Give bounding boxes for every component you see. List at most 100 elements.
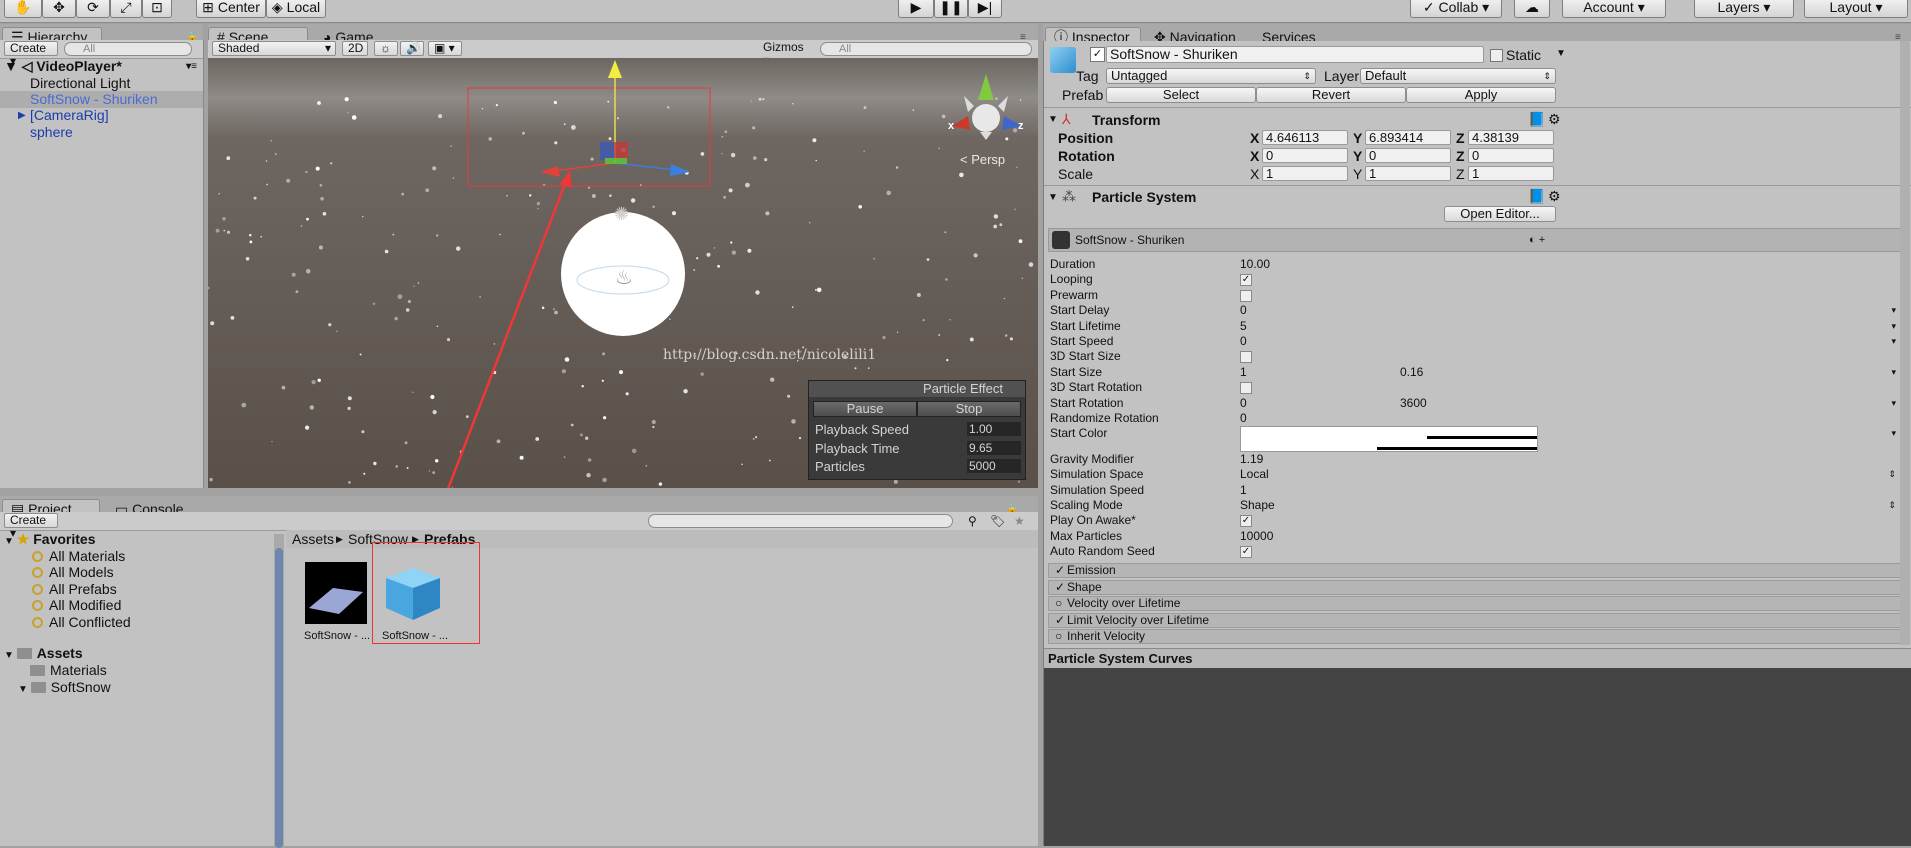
scene-menu-icon[interactable]: ▾≡: [186, 58, 197, 75]
module-enabled-check-icon[interactable]: ✓: [1055, 580, 1067, 594]
ps-row-value[interactable]: 10000: [1240, 529, 1540, 544]
layer-dropdown[interactable]: Default ⇕: [1360, 68, 1556, 84]
orientation-gizmo[interactable]: [952, 74, 1022, 140]
ps-row-dropdown-icon[interactable]: ▾: [1891, 426, 1896, 441]
ps-row-value[interactable]: Shape: [1240, 498, 1540, 513]
audio-toggle[interactable]: 🔊: [400, 41, 424, 56]
rotation-x-field[interactable]: 0: [1262, 148, 1348, 163]
ps-row-value[interactable]: 0: [1240, 303, 1540, 318]
pivot-local-button[interactable]: ◈ Local: [266, 0, 326, 18]
favorite-item[interactable]: All Prefabs: [32, 581, 117, 597]
scene-viewport[interactable]: ♨ ✺ x z < Persp http://blog.csdn.net/nic…: [208, 58, 1038, 488]
favorite-item[interactable]: All Materials: [32, 548, 125, 564]
tree-scrollbar-thumb[interactable]: [275, 548, 283, 848]
favorite-item[interactable]: All Modified: [32, 597, 121, 613]
rotate-tool-button[interactable]: ⟳: [76, 0, 110, 18]
rotation-z-field[interactable]: 0: [1468, 148, 1554, 163]
gizmo-plane-red[interactable]: [614, 142, 628, 160]
module-disabled-radio-icon[interactable]: ○: [1055, 597, 1067, 610]
move-tool-button[interactable]: ✥: [42, 0, 76, 18]
ps-row-checkbox[interactable]: [1240, 382, 1252, 395]
gizmos-dropdown[interactable]: Gizmos ▾: [758, 41, 812, 67]
ps-module-header[interactable]: ○ Velocity over Lifetime: [1048, 596, 1903, 611]
perspective-toggle[interactable]: < Persp: [960, 152, 1005, 168]
gizmo-plane-green[interactable]: [605, 158, 627, 164]
mode-2d-toggle[interactable]: 2D: [342, 41, 368, 56]
rect-tool-button[interactable]: ⊡: [142, 0, 172, 18]
play-button[interactable]: ▶: [898, 0, 934, 18]
position-z-field[interactable]: 4.38139: [1468, 130, 1554, 145]
ps-row-checkbox[interactable]: ✓: [1240, 274, 1252, 287]
scale-y-field[interactable]: 1: [1365, 166, 1451, 181]
ps-row-value[interactable]: 1: [1240, 365, 1370, 380]
asset-thumbnail-material[interactable]: [305, 562, 367, 624]
object-name-input[interactable]: SoftSnow - Shuriken: [1106, 46, 1484, 63]
component-gear-icon[interactable]: ⚙: [1548, 111, 1561, 127]
project-search-input[interactable]: [648, 514, 953, 528]
start-color-gradient[interactable]: [1240, 426, 1538, 453]
particle-system-collapse-icon[interactable]: ▼: [1048, 190, 1058, 206]
prefab-apply-button[interactable]: Apply: [1406, 87, 1556, 103]
ps-row-value[interactable]: 1.19: [1240, 452, 1540, 467]
ps-module-header[interactable]: ✓ Emission: [1048, 563, 1903, 578]
favorite-item[interactable]: All Models: [32, 564, 114, 580]
hierarchy-item-camerarig[interactable]: ▶ [CameraRig]: [0, 107, 203, 124]
ps-row-dropdown-icon[interactable]: ▾: [1891, 396, 1896, 411]
ps-row-dropdown-icon[interactable]: ▾: [1891, 365, 1896, 380]
collab-dropdown[interactable]: ✓ Collab ▾: [1410, 0, 1502, 18]
lighting-toggle[interactable]: ☼: [374, 41, 398, 56]
ps-row-value[interactable]: 1: [1240, 483, 1540, 498]
hierarchy-item-softsnow[interactable]: SoftSnow - Shuriken: [0, 91, 203, 108]
asset-folder-softsnow[interactable]: ▼ SoftSnow: [18, 679, 111, 698]
ps-row-checkbox[interactable]: ✓: [1240, 546, 1252, 559]
component-gear-icon[interactable]: ⚙: [1548, 188, 1561, 204]
transform-collapse-icon[interactable]: ▼: [1048, 112, 1058, 128]
prefab-revert-button[interactable]: Revert: [1256, 87, 1406, 103]
shading-mode-dropdown[interactable]: Shaded ▾: [212, 41, 336, 56]
tag-dropdown[interactable]: Untagged ⇕: [1106, 68, 1316, 84]
ps-row-checkbox[interactable]: ✓: [1240, 515, 1252, 528]
favorite-star-icon[interactable]: ★: [1014, 513, 1025, 529]
inspector-scrollbar[interactable]: [1900, 41, 1910, 645]
module-disabled-radio-icon[interactable]: ○: [1055, 630, 1067, 643]
ps-row-value[interactable]: 5: [1240, 319, 1540, 334]
ps-row-value[interactable]: 0: [1240, 411, 1540, 426]
ps-row-value-max[interactable]: 0.16: [1400, 365, 1530, 380]
filter-type-icon[interactable]: ⚲: [968, 513, 977, 529]
static-dropdown-icon[interactable]: ▼: [1556, 46, 1566, 62]
scale-x-field[interactable]: 1: [1262, 166, 1348, 181]
static-checkbox[interactable]: [1490, 49, 1503, 62]
particle-curves-area[interactable]: [1044, 668, 1911, 846]
ps-row-value[interactable]: 0: [1240, 396, 1370, 411]
playback-speed-field[interactable]: 1.00: [967, 422, 1021, 436]
ps-row-value[interactable]: 0: [1240, 334, 1540, 349]
ps-row-value-max[interactable]: 3600: [1400, 396, 1530, 411]
account-dropdown[interactable]: Account ▾: [1562, 0, 1666, 18]
help-book-icon[interactable]: 📘: [1528, 111, 1545, 127]
ps-row-dropdown-icon[interactable]: ⇕: [1888, 467, 1896, 482]
scale-tool-button[interactable]: ⤢: [110, 0, 142, 18]
gizmo-y-arrow[interactable]: [608, 60, 622, 78]
particle-pause-button[interactable]: Pause: [813, 401, 917, 417]
ps-row-checkbox[interactable]: [1240, 351, 1252, 364]
playback-time-field[interactable]: 9.65: [967, 441, 1021, 455]
module-enabled-check-icon[interactable]: ✓: [1055, 613, 1067, 627]
gizmo-x-axis[interactable]: [552, 162, 616, 172]
pause-button[interactable]: ❚❚: [934, 0, 968, 18]
prefab-select-button[interactable]: Select: [1106, 87, 1256, 103]
project-create-button[interactable]: Create ▾: [4, 513, 58, 540]
scale-z-field[interactable]: 1: [1468, 166, 1554, 181]
gizmo-plane-blue[interactable]: [600, 142, 614, 160]
position-y-field[interactable]: 6.893414: [1365, 130, 1451, 145]
favorite-item[interactable]: All Conflicted: [32, 614, 131, 630]
expand-right-icon[interactable]: ▶: [18, 107, 26, 124]
hierarchy-item-directional-light[interactable]: Directional Light: [0, 75, 203, 92]
layout-dropdown[interactable]: Layout ▾: [1804, 0, 1908, 18]
ps-row-value[interactable]: 10.00: [1240, 257, 1540, 272]
help-book-icon[interactable]: 📘: [1528, 188, 1545, 204]
breadcrumb-item[interactable]: Assets: [292, 531, 334, 547]
layers-dropdown[interactable]: Layers ▾: [1694, 0, 1794, 18]
asset-thumbnail-prefab[interactable]: [382, 562, 444, 624]
particle-stop-button[interactable]: Stop: [917, 401, 1021, 417]
step-button[interactable]: ▶|: [968, 0, 1002, 18]
